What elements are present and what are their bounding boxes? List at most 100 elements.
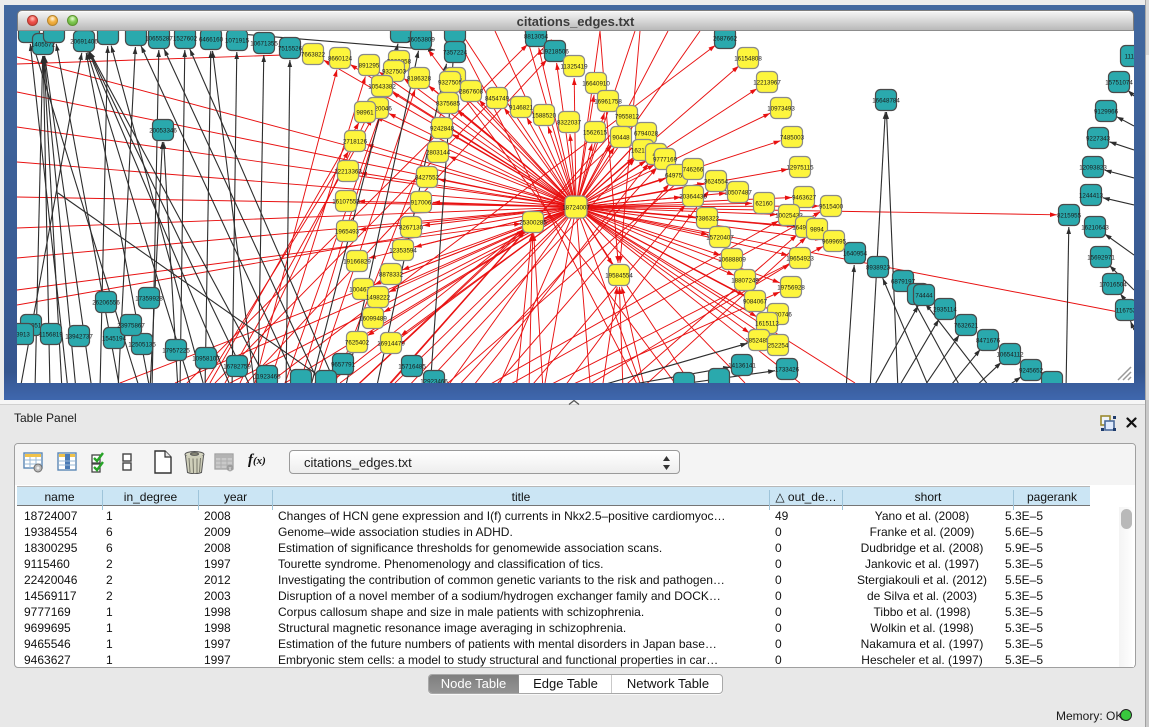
svg-text:8938923: 8938923 (866, 265, 891, 272)
svg-text:8375685: 8375685 (436, 101, 461, 108)
svg-text:1965493: 1965493 (335, 229, 360, 236)
svg-text:1527602: 1527602 (173, 36, 198, 43)
svg-text:10543382: 10543382 (368, 84, 396, 91)
svg-text:8322037: 8322037 (557, 120, 582, 127)
svg-text:20053346: 20053346 (149, 128, 177, 135)
svg-text:9129966: 9129966 (1094, 109, 1119, 116)
svg-text:15720407: 15720407 (706, 235, 734, 242)
svg-text:10654112: 10654112 (996, 352, 1024, 359)
svg-text:90448: 90448 (612, 135, 630, 142)
svg-text:7955812: 7955812 (615, 114, 640, 121)
svg-text:9657791: 9657791 (331, 362, 356, 369)
svg-text:252254: 252254 (768, 343, 789, 350)
svg-text:74444: 74444 (915, 293, 933, 300)
svg-text:20364436: 20364436 (679, 194, 707, 201)
svg-text:3913: 3913 (17, 332, 30, 339)
svg-text:6466160: 6466160 (199, 37, 224, 44)
svg-text:16107553: 16107553 (332, 199, 360, 206)
svg-text:2935114: 2935114 (933, 307, 957, 314)
svg-text:14136141: 14136141 (728, 363, 756, 370)
svg-text:16210643: 16210643 (1081, 225, 1109, 232)
svg-text:1498222: 1498222 (366, 295, 391, 302)
svg-text:9777169: 9777169 (653, 157, 678, 164)
svg-text:12213967: 12213967 (753, 80, 781, 87)
svg-text:10655287: 10655287 (145, 36, 173, 43)
svg-text:12975115: 12975115 (786, 165, 814, 172)
svg-text:9327505: 9327505 (438, 80, 463, 87)
svg-text:10671355: 10671355 (250, 41, 278, 48)
svg-text:15751074: 15751074 (1105, 80, 1133, 87)
svg-text:16640910: 16640910 (582, 81, 610, 88)
svg-text:62160: 62160 (755, 201, 773, 208)
svg-text:16961758: 16961758 (594, 99, 622, 106)
svg-text:12213363: 12213363 (334, 169, 362, 176)
svg-text:9327503: 9327503 (382, 69, 407, 76)
svg-text:98961: 98961 (356, 110, 374, 117)
svg-text:15692971: 15692971 (1087, 255, 1115, 262)
svg-text:18807249: 18807249 (731, 278, 759, 285)
svg-text:10688809: 10688809 (718, 257, 746, 264)
svg-text:8267130: 8267130 (399, 225, 424, 232)
svg-text:2718126: 2718126 (343, 139, 368, 146)
svg-text:19218506: 19218506 (541, 49, 569, 56)
svg-text:1562615: 1562615 (583, 130, 608, 137)
svg-text:8454749: 8454749 (485, 96, 510, 103)
svg-text:1615112: 1615112 (755, 321, 779, 328)
svg-text:20691406: 20691406 (70, 39, 98, 46)
svg-text:1733426: 1733426 (775, 367, 800, 374)
svg-text:19584554: 19584554 (605, 273, 633, 280)
svg-text:10958107: 10958107 (192, 356, 220, 363)
svg-text:8186328: 8186328 (407, 76, 432, 83)
svg-text:9515400: 9515400 (819, 204, 844, 211)
svg-text:9242848: 9242848 (430, 126, 455, 133)
svg-text:2803144: 2803144 (426, 150, 451, 157)
svg-text:7485003: 7485003 (780, 135, 805, 142)
svg-text:6794028: 6794028 (634, 131, 659, 138)
svg-text:26206556: 26206556 (92, 300, 120, 307)
svg-text:16648784: 16648784 (872, 98, 900, 105)
svg-text:7663822: 7663822 (301, 52, 326, 59)
svg-text:9894: 9894 (810, 227, 824, 234)
svg-text:7632621: 7632621 (954, 323, 979, 330)
svg-text:8215955: 8215955 (1057, 213, 1082, 220)
svg-text:1244413: 1244413 (1079, 193, 1104, 200)
svg-text:11325419: 11325419 (560, 64, 588, 71)
svg-text:11923466: 11923466 (253, 374, 281, 381)
svg-text:12353594: 12353594 (389, 248, 417, 255)
svg-text:891295: 891295 (359, 63, 380, 70)
svg-text:1545194: 1545194 (102, 336, 127, 343)
svg-text:7515526: 7515526 (278, 46, 303, 53)
svg-text:3624554: 3624554 (704, 179, 729, 186)
svg-text:1156819: 1156819 (39, 332, 63, 339)
svg-text:16914479: 16914479 (377, 341, 405, 348)
svg-text:16053809: 16053809 (407, 37, 435, 44)
svg-text:1588520: 1588520 (532, 113, 557, 120)
svg-text:17957225: 17957225 (162, 348, 190, 355)
svg-text:9146821: 9146821 (509, 105, 534, 112)
svg-text:1112: 1112 (1125, 54, 1134, 61)
svg-text:7357224: 7357224 (443, 50, 468, 57)
svg-text:19756928: 19756928 (777, 285, 805, 292)
svg-text:10973493: 10973493 (767, 106, 795, 113)
svg-text:9463627: 9463627 (792, 195, 817, 202)
svg-text:8878332: 8878332 (379, 272, 404, 279)
svg-text:13942737: 13942737 (65, 334, 93, 341)
svg-text:x: x (229, 466, 232, 472)
svg-text:8813054: 8813054 (524, 34, 549, 41)
svg-text:17359928: 17359928 (135, 296, 163, 303)
svg-text:25300285: 25300285 (519, 220, 547, 227)
svg-text:9084067: 9084067 (743, 299, 768, 306)
svg-text:8471676: 8471676 (976, 338, 1001, 345)
svg-text:19654923: 19654923 (786, 256, 814, 263)
svg-text:23975867: 23975867 (117, 323, 145, 330)
svg-text:8427552: 8427552 (415, 175, 440, 182)
svg-text:16154808: 16154808 (734, 56, 762, 63)
svg-text:16782759: 16782759 (223, 364, 251, 371)
svg-text:9227343: 9227343 (1086, 136, 1111, 143)
svg-text:19166829: 19166829 (343, 259, 371, 266)
svg-text:746266: 746266 (683, 167, 704, 174)
svg-text:7386322: 7386322 (695, 216, 720, 223)
svg-text:2687662: 2687662 (713, 36, 738, 43)
svg-text:10507487: 10507487 (724, 190, 752, 197)
svg-text:15716485: 15716485 (398, 364, 426, 371)
